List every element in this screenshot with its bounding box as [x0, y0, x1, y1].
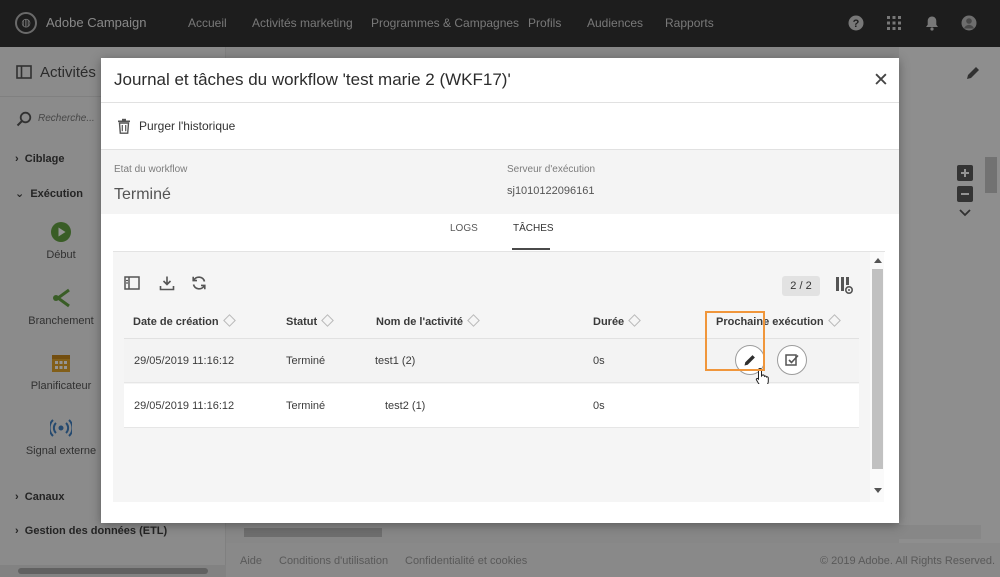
trash-icon	[118, 118, 130, 134]
purge-history-button[interactable]: Purger l'historique	[117, 118, 235, 139]
journal-tabs: LOGS TÂCHES	[113, 214, 885, 252]
column-header-statut[interactable]: Statut	[286, 314, 335, 328]
column-header-label: Durée	[593, 316, 625, 328]
toggle-panel-icon[interactable]	[124, 275, 140, 291]
sort-icon[interactable]	[467, 314, 480, 327]
cell-status: Terminé	[286, 355, 326, 367]
checkbox-check-icon	[785, 354, 799, 366]
workflow-state-label: Etat du workflow	[114, 164, 188, 175]
active-tab-indicator	[512, 248, 550, 250]
execution-server-value: sj1010122096161	[507, 185, 595, 197]
scroll-down-icon[interactable]	[874, 488, 882, 493]
cell-status: Terminé	[286, 400, 326, 412]
cell-activity: test1 (2)	[375, 355, 416, 367]
cell-date: 29/05/2019 11:16:12	[134, 355, 235, 367]
cell-date: 29/05/2019 11:16:12	[134, 400, 235, 412]
column-header-label: Date de création	[133, 316, 219, 328]
title-divider	[101, 102, 899, 103]
column-header-duree[interactable]: Durée	[593, 314, 642, 328]
cell-activity: test2 (1)	[385, 400, 426, 412]
close-icon[interactable]: ✕	[873, 69, 889, 92]
tab-logs[interactable]: LOGS	[450, 223, 478, 234]
column-header-nom-activite[interactable]: Nom de l'activité	[376, 314, 480, 328]
sort-icon[interactable]	[628, 314, 642, 327]
column-settings-icon[interactable]	[835, 276, 853, 294]
callout-highlight-box	[705, 311, 765, 371]
table-row[interactable]: 29/05/2019 11:16:12 Terminé test2 (1) 0s	[124, 384, 859, 428]
workflow-info-panel: Etat du workflow Terminé Serveur d'exécu…	[101, 150, 899, 214]
sort-icon[interactable]	[321, 314, 335, 327]
sort-icon[interactable]	[222, 314, 236, 327]
scrollbar-thumb[interactable]	[872, 269, 883, 469]
purge-history-label: Purger l'historique	[139, 119, 236, 133]
sort-icon[interactable]	[827, 314, 841, 327]
column-header-label: Nom de l'activité	[376, 316, 463, 328]
download-icon[interactable]	[159, 275, 175, 291]
cell-duration: 0s	[593, 400, 605, 412]
workflow-journal-dialog: Journal et tâches du workflow 'test mari…	[101, 58, 899, 523]
execution-server-label: Serveur d'exécution	[507, 164, 596, 175]
column-header-date-creation[interactable]: Date de création	[133, 314, 236, 328]
tab-taches[interactable]: TÂCHES	[513, 223, 554, 234]
record-count: 2 / 2	[782, 276, 820, 296]
scroll-up-icon[interactable]	[874, 258, 882, 263]
grid-vertical-scrollbar[interactable]	[870, 252, 884, 502]
tasks-grid: 2 / 2 Date de création Statut Nom de l'a…	[113, 252, 884, 502]
cell-duration: 0s	[593, 355, 605, 367]
refresh-icon[interactable]	[191, 275, 207, 291]
workflow-state-value: Terminé	[114, 186, 171, 203]
dialog-title: Journal et tâches du workflow 'test mari…	[114, 70, 511, 89]
validate-task-button[interactable]	[777, 345, 807, 375]
column-header-label: Statut	[286, 316, 318, 328]
